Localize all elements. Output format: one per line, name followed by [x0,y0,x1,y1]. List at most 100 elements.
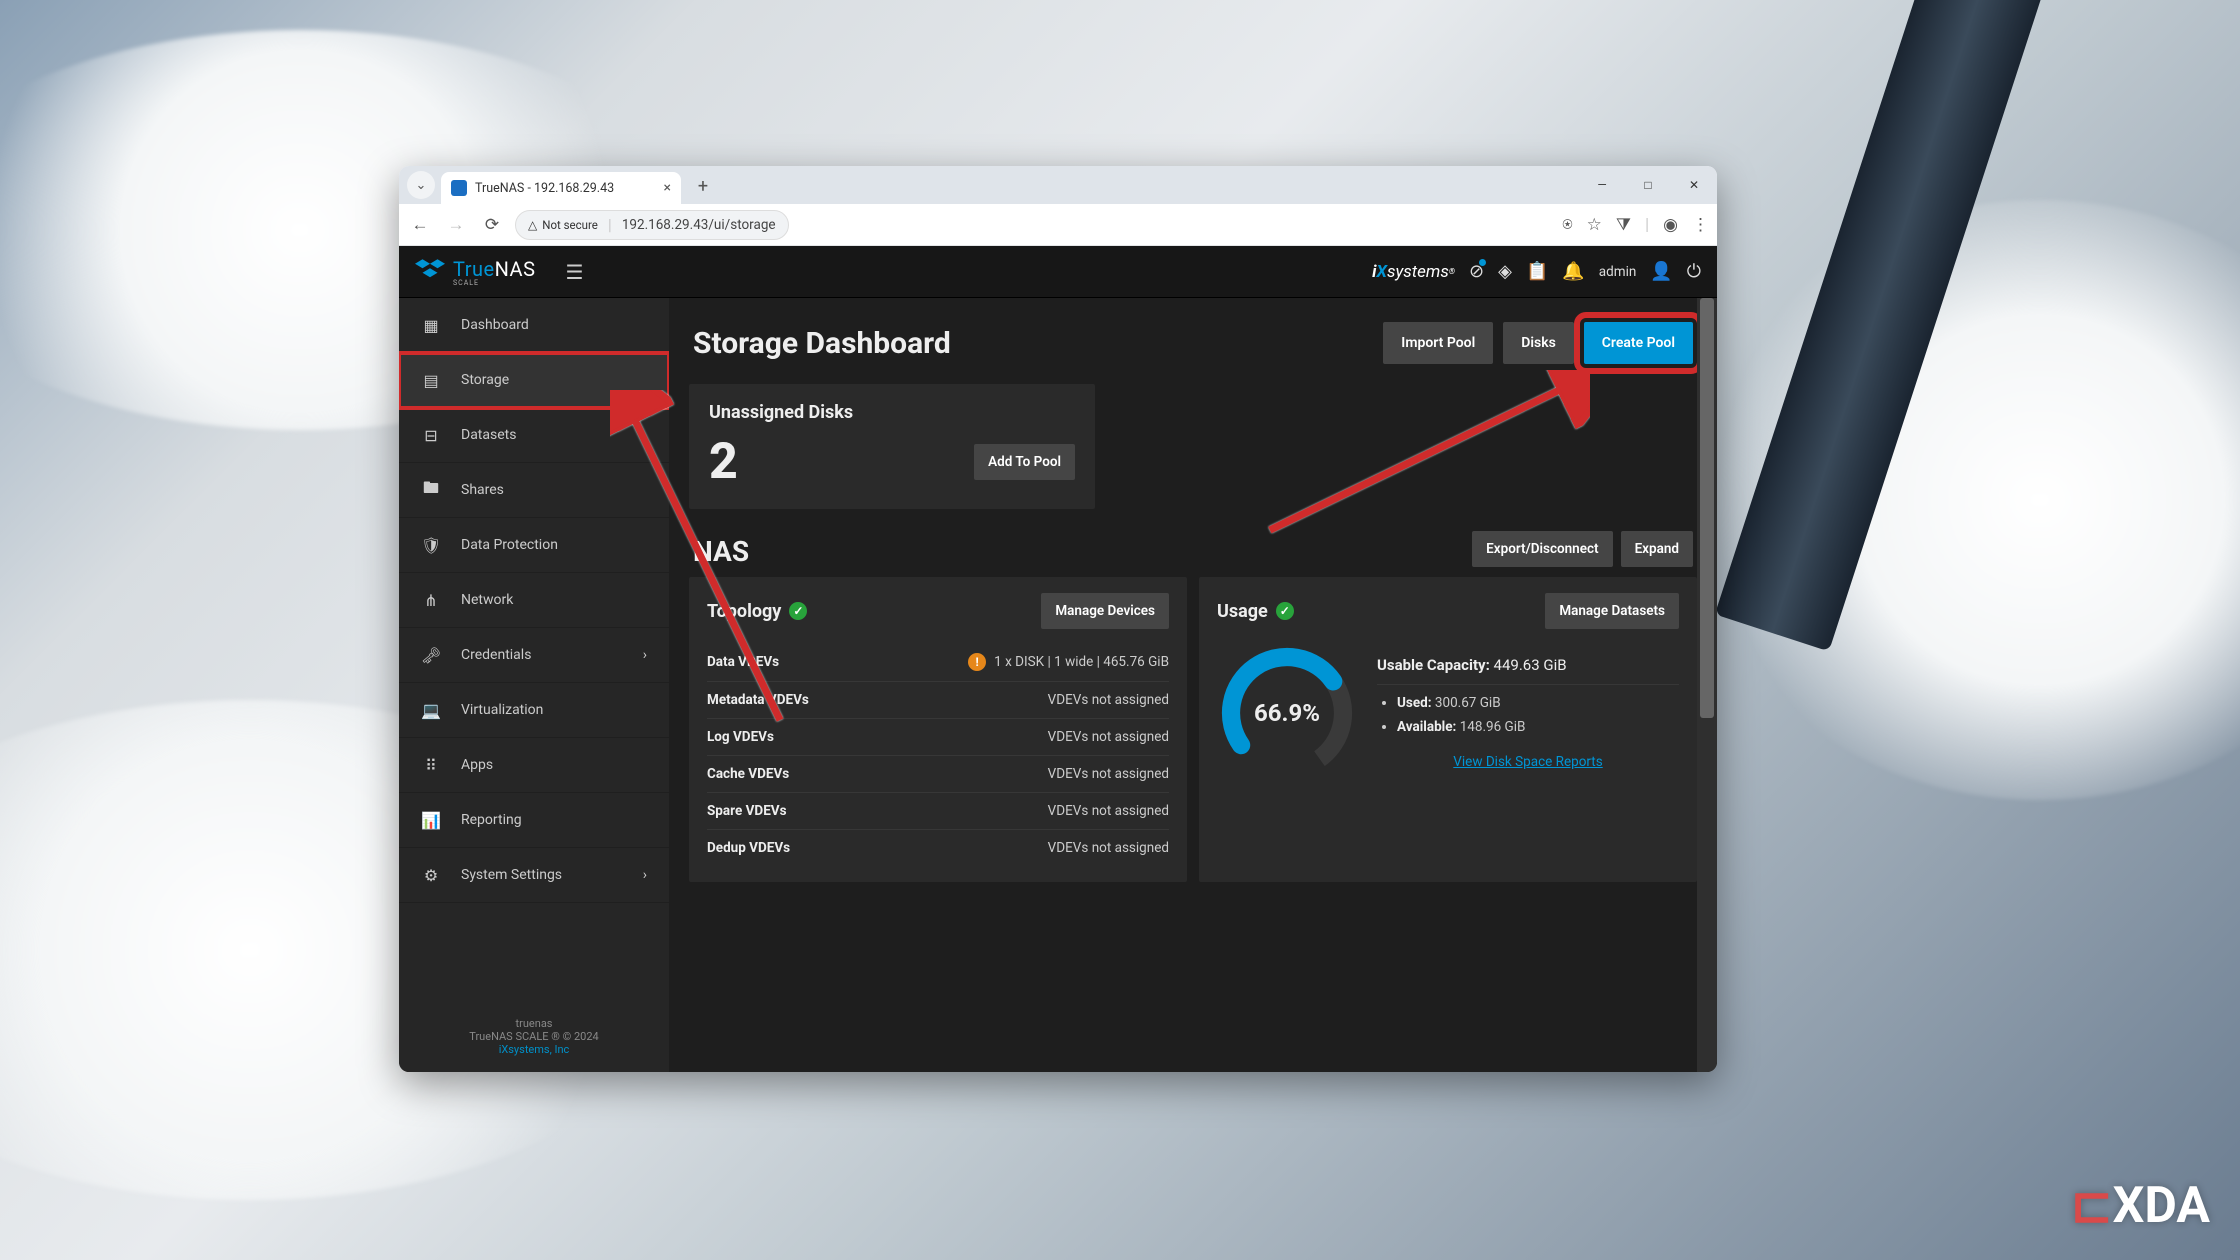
topology-row: Data VDEVs!1 x DISK | 1 wide | 465.76 Gi… [707,643,1169,682]
usage-percent: 66.9% [1217,643,1357,783]
sidebar-item-apps[interactable]: ⠿ Apps [399,738,669,793]
warning-icon: ! [968,653,986,671]
expand-button[interactable]: Expand [1621,531,1693,567]
window-maximize-button[interactable]: □ [1625,166,1671,204]
page-title: Storage Dashboard [693,326,951,361]
chevron-right-icon: › [643,647,647,663]
app-logo[interactable]: TrueNAS SCALE [415,257,535,287]
key-icon: 🗝 [421,646,441,665]
nav-forward-button[interactable]: → [443,215,469,235]
user-menu-icon[interactable]: 👤 [1650,261,1672,282]
sidebar: ▦ Dashboard ▤ Storage ⊟ Datasets 🖿Shares 🛡D… [399,298,669,1072]
export-disconnect-button[interactable]: Export/Disconnect [1472,531,1612,567]
scrollbar[interactable] [1697,298,1717,1072]
jobs-icon[interactable]: 📋 [1526,261,1548,282]
url-text: 192.168.29.43/ui/storage [622,217,776,233]
bookmark-icon[interactable]: ☆ [1587,215,1602,235]
not-secure-badge: Not secure [528,218,598,232]
network-icon: ⋔ [421,591,441,610]
storage-icon: ▤ [421,371,441,390]
view-disk-space-reports-link[interactable]: View Disk Space Reports [1453,754,1602,770]
power-icon[interactable]: ⏻ [1687,261,1701,282]
sidebar-item-reporting[interactable]: 📊Reporting [399,793,669,848]
datasets-icon: ⊟ [421,426,441,445]
tab-title: TrueNAS - 192.168.29.43 [475,181,614,196]
address-bar: ← → ⟳ Not secure | 192.168.29.43/ui/stor… [399,204,1717,246]
credential-icon[interactable]: ⍟ [1562,215,1572,235]
xda-watermark: ⊏XDA [2071,1176,2210,1235]
sidebar-item-credentials[interactable]: 🗝 Credentials › [399,628,669,683]
manage-datasets-button[interactable]: Manage Datasets [1545,593,1679,629]
topology-row: Cache VDEVsVDEVs not assigned [707,756,1169,793]
extensions-icon[interactable]: ⧩ [1616,215,1631,235]
sidebar-item-label: Datasets [461,427,516,443]
shield-icon: 🛡 [421,536,441,555]
unassigned-count: 2 [709,433,738,491]
ix-logo: iX systems® [1372,262,1455,282]
sidebar-item-dashboard[interactable]: ▦ Dashboard [399,298,669,353]
sidebar-item-virtualization[interactable]: 💻Virtualization [399,683,669,738]
tab-favicon [451,180,467,196]
sidebar-item-label: Virtualization [461,702,543,718]
window-close-button[interactable]: ✕ [1671,166,1717,204]
profile-icon[interactable]: ◉ [1663,215,1678,235]
browser-tab[interactable]: TrueNAS - 192.168.29.43 × [441,172,681,204]
sidebar-item-label: Shares [461,482,504,498]
topology-card: Topology ✓ Manage Devices Data VDEVs!1 x … [689,577,1187,882]
topology-row: Dedup VDEVsVDEVs not assigned [707,830,1169,866]
topology-row: Spare VDEVsVDEVs not assigned [707,793,1169,830]
sidebar-toggle-button[interactable]: ☰ [565,260,583,284]
usage-title: Usage [1217,601,1268,622]
nav-reload-button[interactable]: ⟳ [479,215,505,235]
topology-row: Log VDEVsVDEVs not assigned [707,719,1169,756]
sidebar-item-label: Dashboard [461,317,529,333]
disks-button[interactable]: Disks [1503,322,1574,364]
unassigned-title: Unassigned Disks [709,402,1075,423]
dashboard-icon: ▦ [421,316,441,335]
nav-back-button[interactable]: ← [407,215,433,235]
topology-title: Topology [707,601,781,622]
browser-tab-strip: ⌄ TrueNAS - 192.168.29.43 × + ― □ ✕ [399,166,1717,204]
chart-icon: 📊 [421,811,441,830]
sidebar-item-label: System Settings [461,867,562,883]
username-label: admin [1599,264,1637,280]
sidebar-item-shares[interactable]: 🖿Shares [399,463,669,518]
available-row: Available: 148.96 GiB [1397,719,1679,735]
usage-donut: 66.9% [1217,643,1357,783]
used-row: Used: 300.67 GiB [1397,695,1679,711]
new-tab-button[interactable]: + [689,172,717,200]
sidebar-footer: truenas TrueNAS SCALE ® © 2024 iXsystems… [399,1001,669,1072]
pool-name: NAS [669,535,773,568]
import-pool-button[interactable]: Import Pool [1383,322,1493,364]
sidebar-item-datasets[interactable]: ⊟ Datasets [399,408,669,463]
truecommand-icon[interactable]: ◈ [1498,261,1512,282]
topology-row: Metadata VDEVsVDEVs not assigned [707,682,1169,719]
sidebar-item-storage[interactable]: ▤ Storage [399,353,669,408]
check-icon: ✓ [789,602,807,620]
alerts-icon[interactable]: 🔔 [1562,261,1584,282]
manage-devices-button[interactable]: Manage Devices [1041,593,1169,629]
sidebar-item-label: Storage [461,372,509,388]
window-minimize-button[interactable]: ― [1579,166,1625,204]
sidebar-item-label: Credentials [461,647,531,663]
unassigned-disks-card: Unassigned Disks 2 Add To Pool [689,384,1095,509]
ixsystems-link[interactable]: iXsystems, Inc [399,1043,669,1056]
gear-icon: ⚙ [421,866,441,885]
usable-capacity-row: Usable Capacity: 449.63 GiB [1377,656,1679,685]
status-icon[interactable]: ⊘ [1469,261,1484,282]
tab-search-button[interactable]: ⌄ [407,171,435,199]
create-pool-button[interactable]: Create Pool [1584,322,1693,364]
add-to-pool-button[interactable]: Add To Pool [974,444,1075,480]
sidebar-item-label: Apps [461,757,493,773]
check-icon: ✓ [1276,602,1294,620]
browser-menu-icon[interactable]: ⋮ [1692,215,1709,235]
sidebar-item-system-settings[interactable]: ⚙ System Settings › [399,848,669,903]
chevron-right-icon: › [643,867,647,883]
sidebar-item-data-protection[interactable]: 🛡Data Protection [399,518,669,573]
apps-icon: ⠿ [421,756,441,775]
usage-card: Usage ✓ Manage Datasets 66.9% [1199,577,1697,882]
close-tab-icon[interactable]: × [664,180,671,196]
sidebar-item-network[interactable]: ⋔ Network [399,573,669,628]
omnibox[interactable]: Not secure | 192.168.29.43/ui/storage [515,210,789,240]
sidebar-item-label: Network [461,592,513,608]
